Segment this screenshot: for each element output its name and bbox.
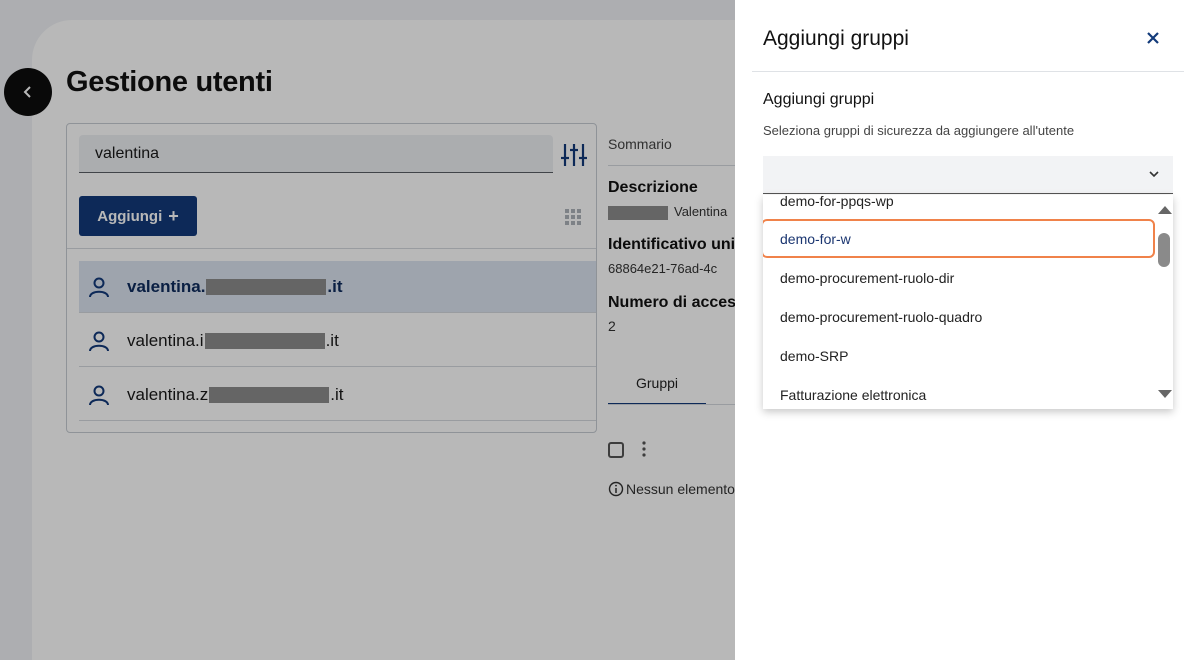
close-icon <box>1147 32 1159 44</box>
groups-field-hint: Seleziona gruppi di sicurezza da aggiung… <box>763 123 1075 138</box>
drawer-divider <box>752 71 1184 72</box>
add-groups-drawer: Aggiungi gruppi Aggiungi gruppi Selezion… <box>735 0 1200 660</box>
dropdown-scrollbar[interactable] <box>1155 195 1173 409</box>
groups-field-label: Aggiungi gruppi <box>763 91 875 108</box>
chevron-down-icon <box>1149 171 1159 178</box>
dropdown-option-highlighted[interactable]: demo-for-w <box>763 219 1155 258</box>
dropdown-option[interactable]: Fatturazione elettronica <box>763 375 1153 409</box>
groups-select[interactable] <box>763 156 1173 194</box>
dropdown-option[interactable]: demo-procurement-ruolo-quadro <box>763 297 1153 336</box>
dropdown-option[interactable]: demo-for-ppqs-wp <box>763 195 1153 220</box>
groups-dropdown-list[interactable]: demo-for-ppqs-wp demo-for-w demo-procure… <box>763 195 1173 409</box>
scrollbar-thumb[interactable] <box>1158 233 1170 267</box>
close-button[interactable] <box>1140 25 1166 51</box>
dropdown-option[interactable]: demo-SRP <box>763 336 1153 375</box>
drawer-title: Aggiungi gruppi <box>763 27 909 50</box>
dropdown-option[interactable]: demo-procurement-ruolo-dir <box>763 258 1153 297</box>
scroll-down-arrow-icon[interactable] <box>1158 390 1172 398</box>
scroll-up-arrow-icon[interactable] <box>1158 206 1172 214</box>
